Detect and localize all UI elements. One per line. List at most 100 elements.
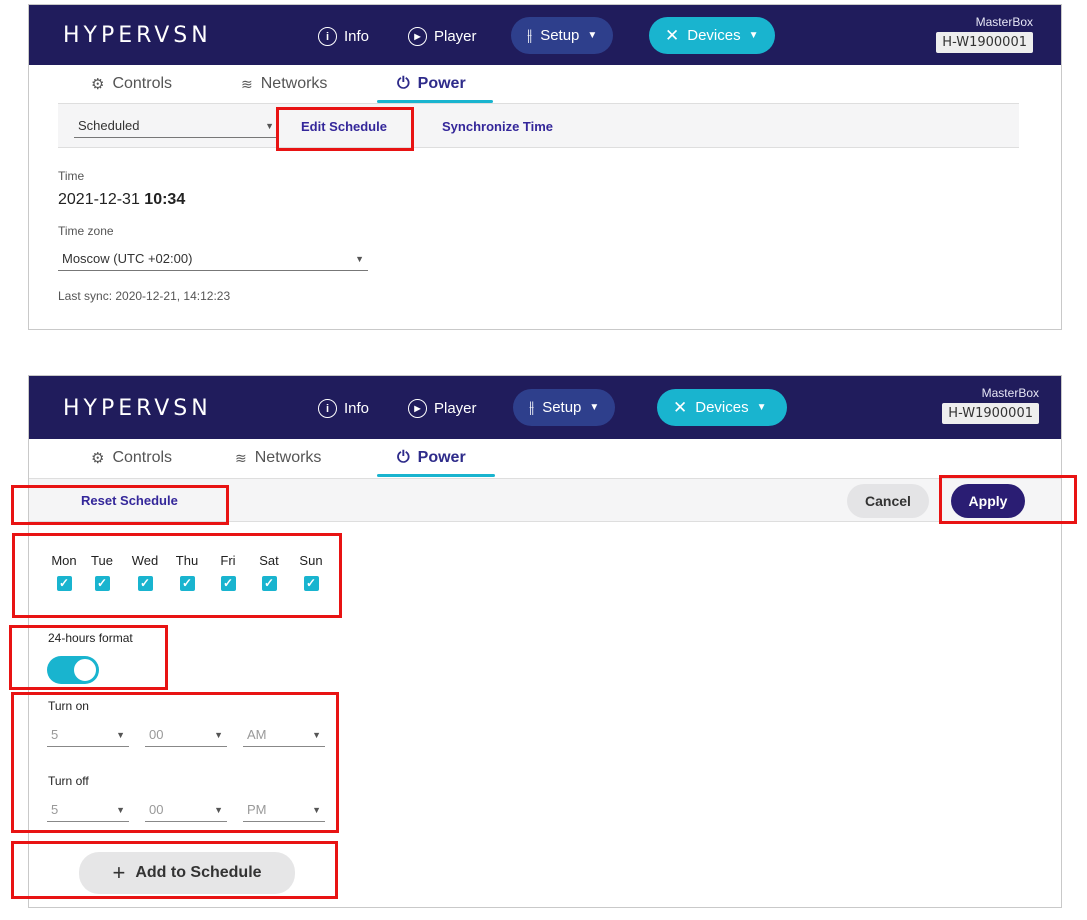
checkbox-checked-icon[interactable]: ✓ (261, 576, 277, 591)
play-icon: ▶ (408, 27, 427, 46)
play-icon: ▶ (408, 399, 427, 418)
nav-player-label: Player (434, 400, 477, 417)
turn-on-ampm: AM (247, 727, 267, 742)
day-label: Wed (131, 553, 159, 568)
day-wed[interactable]: Wed ✓ (130, 553, 160, 592)
tab-networks[interactable]: ≋ Networks (235, 449, 321, 467)
day-thu[interactable]: Thu ✓ (172, 553, 202, 592)
setup-label: Setup (540, 27, 580, 44)
tab-networks[interactable]: ≋ Networks (241, 75, 327, 93)
hypervsn-logo: HYPERVSN (63, 396, 212, 421)
tab-power[interactable]: ⏻ Power (397, 75, 466, 93)
tab-controls-label: Controls (112, 75, 173, 92)
add-to-schedule-button[interactable]: + Add to Schedule (79, 852, 295, 894)
checkbox-checked-icon[interactable]: ✓ (303, 576, 319, 591)
setup-dropdown[interactable]: ⫲ Setup ▼ (511, 17, 614, 54)
nav-info[interactable]: i Info (318, 399, 369, 418)
nav-info-label: Info (344, 400, 370, 417)
checkbox-checked-icon[interactable]: ✓ (179, 576, 195, 591)
turn-on-minute-select[interactable]: 00 ▼ (145, 723, 227, 747)
devices-icon: ✕ (665, 25, 680, 45)
settings-tabs: ⚙ Controls ≋ Networks ⏻ Power (29, 65, 1061, 105)
top-nav-bar: HYPERVSN i Info ▶ Player ⫲ Setup ▼ ✕ Dev… (29, 376, 1061, 439)
day-tue[interactable]: Tue ✓ (87, 553, 117, 592)
power-settings-panel: HYPERVSN i Info ▶ Player ⫲ Setup ▼ ✕ Dev… (28, 4, 1062, 330)
caret-down-icon: ▼ (116, 804, 125, 815)
checkbox-checked-icon[interactable]: ✓ (137, 576, 153, 591)
synchronize-time-button[interactable]: Synchronize Time (442, 119, 553, 134)
wifi-icon: ≋ (241, 75, 253, 92)
nav-player[interactable]: ▶ Player (408, 399, 477, 418)
wifi-icon: ≋ (235, 449, 247, 466)
devices-dropdown[interactable]: ✕ Devices ▼ (649, 17, 775, 54)
day-mon[interactable]: Mon ✓ (49, 553, 79, 592)
checkbox-checked-icon[interactable]: ✓ (56, 576, 72, 591)
power-mode-value: Scheduled (78, 118, 140, 133)
turn-off-ampm: PM (247, 802, 267, 817)
cancel-button[interactable]: Cancel (847, 484, 929, 518)
caret-down-icon: ▼ (214, 729, 223, 740)
devices-dropdown[interactable]: ✕ Devices ▼ (657, 389, 787, 426)
turn-on-hour: 5 (51, 727, 59, 742)
turn-off-minute: 00 (149, 802, 164, 817)
edit-schedule-button[interactable]: Edit Schedule (301, 119, 387, 134)
day-label: Sun (299, 553, 323, 568)
turn-off-hour-select[interactable]: 5 ▼ (47, 798, 129, 822)
reset-schedule-button[interactable]: Reset Schedule (81, 493, 178, 508)
turn-on-ampm-select[interactable]: AM ▼ (243, 723, 325, 747)
nav-player[interactable]: ▶ Player (408, 27, 477, 46)
day-sat[interactable]: Sat ✓ (254, 553, 284, 592)
turn-on-label: Turn on (48, 699, 89, 713)
timezone-label: Time zone (58, 224, 114, 238)
checkbox-checked-icon[interactable]: ✓ (220, 576, 236, 591)
tab-controls[interactable]: ⚙ Controls (91, 75, 172, 93)
time-date: 2021-12-31 (58, 191, 140, 208)
turn-on-hour-select[interactable]: 5 ▼ (47, 723, 129, 747)
nav-info[interactable]: i Info (318, 27, 369, 46)
schedule-toolbar: Reset Schedule Cancel Apply (29, 478, 1061, 522)
setup-label: Setup (542, 399, 582, 416)
controls-icon: ⚙ (91, 450, 105, 467)
last-sync: Last sync: 2020-12-21, 14:12:23 (58, 289, 231, 303)
turn-off-ampm-select[interactable]: PM ▼ (243, 798, 325, 822)
time-clock: 10:34 (144, 191, 186, 208)
power-icon: ⏻ (397, 75, 410, 92)
controls-icon: ⚙ (91, 76, 105, 93)
caret-down-icon: ▼ (748, 30, 759, 41)
active-tab-indicator (377, 474, 495, 477)
day-label: Mon (51, 553, 77, 568)
masterbox-label: MasterBox (981, 386, 1039, 400)
masterbox-info: MasterBox H-W1900001 (936, 15, 1033, 53)
masterbox-info: MasterBox H-W1900001 (942, 386, 1039, 424)
sliders-icon: ⫲ (527, 26, 533, 44)
caret-down-icon: ▼ (116, 729, 125, 740)
caret-down-icon: ▼ (589, 402, 600, 413)
power-mode-select[interactable]: Scheduled ▼ (74, 114, 278, 138)
tab-power-label: Power (417, 449, 466, 466)
caret-down-icon: ▼ (312, 729, 321, 740)
sliders-icon: ⫲ (529, 398, 535, 416)
timezone-select[interactable]: Moscow (UTC +02:00) ▼ (58, 247, 368, 271)
checkbox-checked-icon[interactable]: ✓ (94, 576, 110, 591)
turn-on-minute: 00 (149, 727, 164, 742)
tab-controls[interactable]: ⚙ Controls (91, 449, 172, 467)
tab-networks-label: Networks (260, 75, 328, 92)
hypervsn-logo: HYPERVSN (63, 23, 212, 48)
time-label: Time (58, 169, 85, 183)
day-fri[interactable]: Fri ✓ (213, 553, 243, 592)
nav-player-label: Player (434, 28, 477, 45)
tab-controls-label: Controls (112, 449, 173, 466)
info-icon: i (318, 27, 337, 46)
caret-down-icon: ▼ (265, 120, 274, 131)
apply-button[interactable]: Apply (951, 484, 1025, 518)
devices-icon: ✕ (673, 397, 688, 417)
format-24h-toggle[interactable] (47, 656, 99, 684)
current-time: 2021-12-31 10:34 (58, 191, 185, 209)
turn-off-minute-select[interactable]: 00 ▼ (145, 798, 227, 822)
caret-down-icon: ▼ (312, 804, 321, 815)
setup-dropdown[interactable]: ⫲ Setup ▼ (513, 389, 616, 426)
day-sun[interactable]: Sun ✓ (296, 553, 326, 592)
turn-off-label: Turn off (48, 774, 89, 788)
add-to-schedule-label: Add to Schedule (135, 864, 262, 881)
tab-power[interactable]: ⏻ Power (397, 449, 466, 467)
